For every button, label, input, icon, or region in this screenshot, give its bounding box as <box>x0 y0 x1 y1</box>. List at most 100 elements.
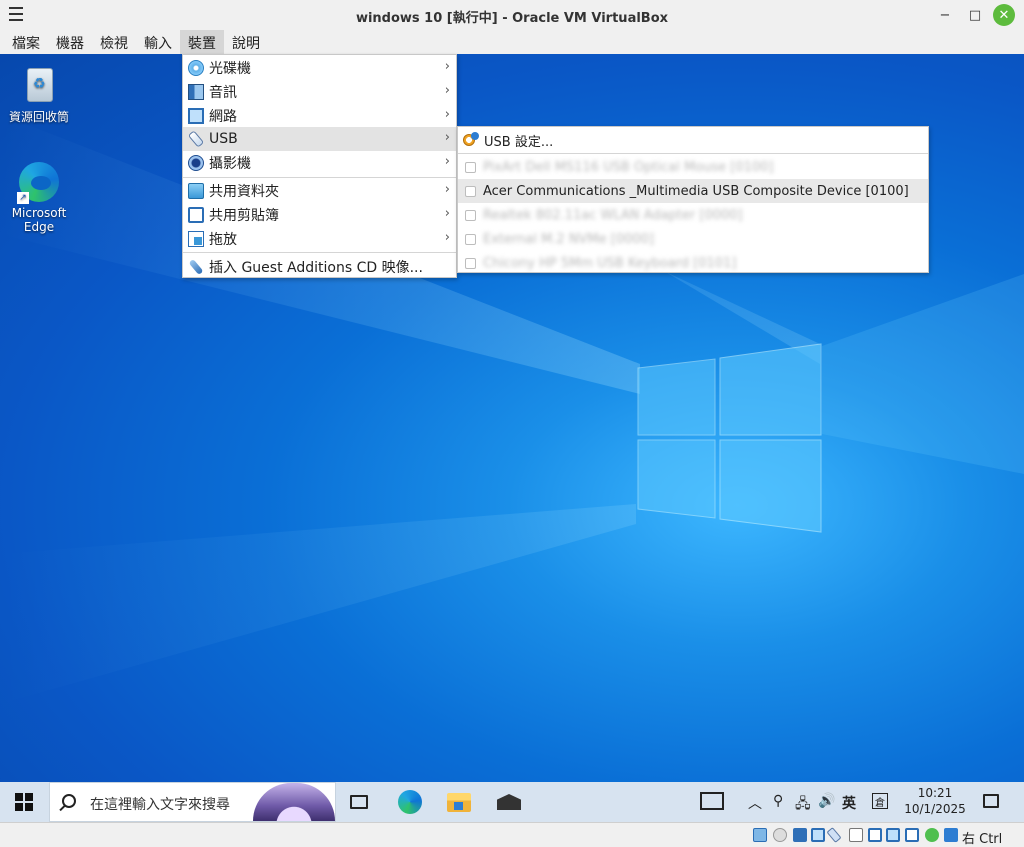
search-placeholder: 在這裡輸入文字來搜尋 <box>90 797 230 813</box>
menu-view[interactable]: 檢視 <box>92 30 136 54</box>
minimize-button[interactable]: − <box>934 4 956 26</box>
menu-input[interactable]: 輸入 <box>136 30 180 54</box>
usb-status-icon[interactable] <box>826 827 842 843</box>
vt-x-status-icon[interactable] <box>905 828 919 842</box>
volume-icon[interactable]: 🔊 <box>818 793 835 809</box>
menu-item-label: 網路 <box>209 109 237 125</box>
audio-icon <box>188 84 204 100</box>
usb-device-item[interactable]: PixArt Dell MS116 USB Optical Mouse [010… <box>458 155 928 179</box>
clock-time: 10:21 <box>917 786 953 800</box>
windows-start-icon[interactable] <box>15 793 33 811</box>
usb-device-item[interactable]: Acer Communications _Multimedia USB Comp… <box>458 179 928 203</box>
menu-item-label: 共用剪貼簿 <box>209 208 279 224</box>
desktop-icon-edge[interactable]: ↗ Microsoft Edge <box>1 160 77 234</box>
menu-item-label: 光碟機 <box>209 61 251 77</box>
maximize-button[interactable]: □ <box>964 4 986 26</box>
menu-help[interactable]: 說明 <box>224 30 268 54</box>
network-icon <box>188 108 204 124</box>
usb-device-item[interactable]: Chicony HP 5Mm USB Keyboard [0101] <box>458 251 928 275</box>
chevron-right-icon: › <box>444 107 450 122</box>
usb-device-checkbox[interactable] <box>465 233 476 245</box>
recycle-bin-icon <box>17 62 61 106</box>
taskbar-clock[interactable]: 10:21 10/1/2025 <box>895 785 975 817</box>
usb-icon <box>187 130 205 148</box>
menu-item-label: 攝影機 <box>209 156 251 172</box>
cpu-status-icon[interactable] <box>925 828 939 842</box>
shared-folder-icon <box>188 183 204 199</box>
usb-submenu: USB 設定... PixArt Dell MS116 USB Optical … <box>457 126 929 273</box>
menu-file[interactable]: 檔案 <box>4 30 48 54</box>
usb-settings-item[interactable]: USB 設定... <box>458 128 928 152</box>
drag-drop-icon <box>188 231 204 247</box>
usb-settings-label: USB 設定... <box>484 134 554 150</box>
usb-device-checkbox[interactable] <box>465 257 476 269</box>
meet-now-icon[interactable]: ⚲ <box>773 793 783 809</box>
menu-item-shared-clipboard[interactable]: 共用剪貼簿 › <box>183 203 456 227</box>
usb-device-label: Realtek 802.11ac WLAN Adapter [0000] <box>483 207 743 223</box>
search-icon <box>62 794 76 808</box>
menu-item-label: 插入 Guest Additions CD 映像... <box>209 260 423 276</box>
usb-device-checkbox[interactable] <box>465 209 476 221</box>
menu-separator <box>183 252 456 253</box>
mail-icon[interactable] <box>497 794 521 810</box>
desktop-icon-recycle-bin[interactable]: 資源回收筒 <box>1 62 77 125</box>
desktop-icon-label: 資源回收筒 <box>8 110 69 124</box>
menu-item-usb[interactable]: USB › <box>183 127 456 151</box>
file-explorer-icon[interactable] <box>447 793 471 812</box>
menu-item-label: 音訊 <box>209 85 237 101</box>
touch-keyboard-icon[interactable] <box>700 792 724 810</box>
taskbar-search-box[interactable]: 在這裡輸入文字來搜尋 <box>49 782 336 822</box>
window-title: windows 10 [執行中] - Oracle VM VirtualBox <box>355 11 669 26</box>
optical-disc-icon <box>188 60 204 76</box>
guest-taskbar: 在這裡輸入文字來搜尋 ︿ ⚲ 🖧 🔊 英 倉 10:21 10/1/2025 <box>0 782 1024 822</box>
menu-item-audio[interactable]: 音訊 › <box>183 80 456 104</box>
menu-item-label: 拖放 <box>209 232 237 248</box>
close-button[interactable]: ✕ <box>993 4 1015 26</box>
display-status-icon[interactable] <box>868 828 882 842</box>
chevron-right-icon: › <box>444 59 450 74</box>
search-highlight-image <box>253 783 335 821</box>
shared-folder-status-icon[interactable] <box>849 828 863 842</box>
recording-status-icon[interactable] <box>886 828 900 842</box>
webcam-icon <box>188 155 204 171</box>
edge-taskbar-icon[interactable] <box>398 790 422 814</box>
usb-device-checkbox[interactable] <box>465 161 476 173</box>
notification-center-icon[interactable] <box>983 794 999 808</box>
audio-status-icon[interactable] <box>793 828 807 842</box>
task-view-icon[interactable] <box>350 795 368 809</box>
devices-menu: 光碟機 › 音訊 › 網路 › USB › 攝影機 › 共用資料夾 › 共用剪貼… <box>182 54 457 278</box>
menu-separator <box>183 177 456 178</box>
edge-browser-icon: ↗ <box>17 160 61 204</box>
ime-indicator[interactable]: 英 <box>842 793 856 813</box>
hard-disk-status-icon[interactable] <box>753 828 767 842</box>
submenu-separator <box>458 153 928 154</box>
menu-item-shared-folders[interactable]: 共用資料夾 › <box>183 179 456 203</box>
usb-device-item[interactable]: External M.2 NVMe [0000] <box>458 227 928 251</box>
menu-item-drag-and-drop[interactable]: 拖放 › <box>183 227 456 251</box>
menu-item-label: 共用資料夾 <box>209 184 279 200</box>
menu-machine[interactable]: 機器 <box>48 30 92 54</box>
menu-item-network[interactable]: 網路 › <box>183 104 456 128</box>
usb-device-item[interactable]: Realtek 802.11ac WLAN Adapter [0000] <box>458 203 928 227</box>
menu-item-optical-drives[interactable]: 光碟機 › <box>183 56 456 80</box>
chevron-right-icon: › <box>444 182 450 197</box>
optical-drive-status-icon[interactable] <box>773 828 787 842</box>
vbox-status-bar: 右 Ctrl <box>0 822 1024 847</box>
menu-item-webcams[interactable]: 攝影機 › <box>183 151 456 175</box>
keyboard-capture-icon[interactable] <box>944 828 958 842</box>
clipboard-icon <box>188 207 204 223</box>
menu-devices[interactable]: 裝置 <box>180 30 224 54</box>
ime-mode-icon[interactable]: 倉 <box>872 793 888 809</box>
chevron-right-icon: › <box>444 83 450 98</box>
usb-device-checkbox[interactable] <box>465 185 476 197</box>
menu-item-insert-guest-additions[interactable]: 插入 Guest Additions CD 映像... <box>183 255 456 279</box>
usb-device-label: External M.2 NVMe [0000] <box>483 231 655 247</box>
network-status-icon[interactable] <box>811 828 825 842</box>
clock-date: 10/1/2025 <box>904 802 966 816</box>
guest-additions-cd-icon <box>188 258 204 276</box>
desktop-icon-label: Microsoft Edge <box>11 206 67 234</box>
usb-settings-gear-icon <box>463 132 479 148</box>
network-tray-icon[interactable]: 🖧 <box>795 793 811 817</box>
chevron-up-icon[interactable]: ︿ <box>748 793 762 813</box>
menu-item-label: USB <box>209 131 238 147</box>
